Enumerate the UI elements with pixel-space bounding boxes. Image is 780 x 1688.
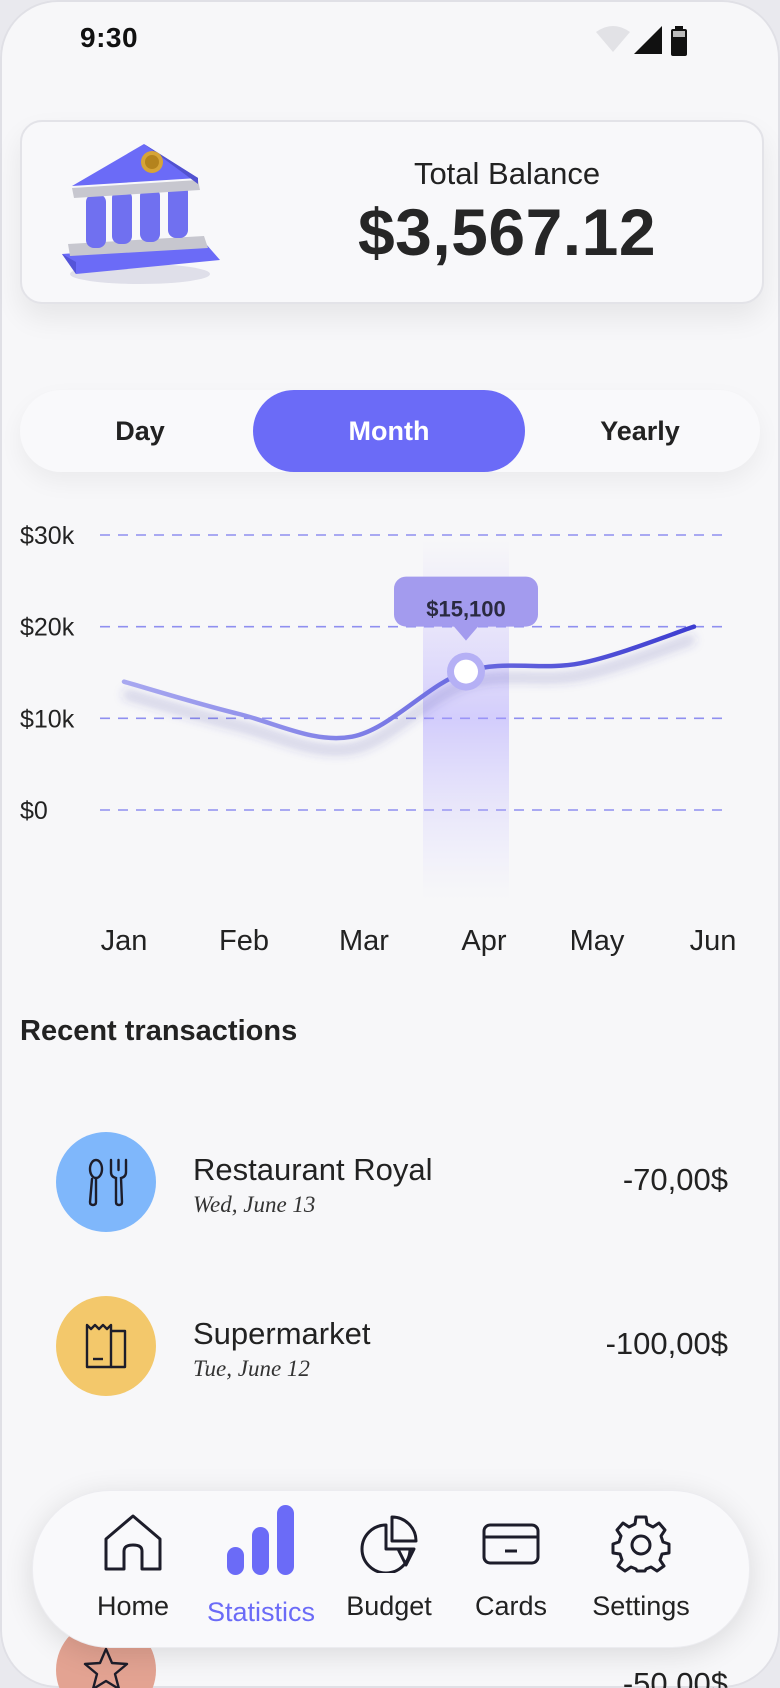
wifi-icon <box>596 26 630 52</box>
nav-settings[interactable]: Settings <box>581 1491 701 1647</box>
x-tick-label: Jun <box>690 925 737 957</box>
utensils-icon <box>88 1158 128 1207</box>
bank-icon <box>62 144 220 284</box>
nav-label: Cards <box>474 1591 548 1621</box>
nav-label: Budget <box>346 1591 432 1621</box>
nav-home[interactable]: Home <box>73 1491 193 1647</box>
transaction-row[interactable]: Restaurant Royal Wed, June 13 -70,00$ <box>0 1132 780 1242</box>
x-tick-label: Jan <box>101 925 148 957</box>
transaction-name: Restaurant Royal <box>193 1152 433 1187</box>
y-tick-label: $30k <box>20 522 75 550</box>
transaction-name: Supermarket <box>193 1316 371 1351</box>
transaction-icon-bg <box>56 1132 156 1232</box>
transaction-icon-bg <box>56 1296 156 1396</box>
tab-day[interactable]: Day <box>40 390 240 472</box>
y-tick-label: $20k <box>20 614 75 642</box>
nav-statistics[interactable]: Statistics <box>201 1491 321 1647</box>
balance-chart: $0 $10k $20k $30k $15,100 Jan Feb Mar Apr May Ju… <box>20 522 737 957</box>
home-icon <box>104 1514 162 1571</box>
status-time: 9:30 <box>80 22 139 53</box>
pie-chart-icon <box>360 1515 418 1573</box>
highlight-point[interactable] <box>454 659 478 684</box>
nav-label: Home <box>96 1591 170 1621</box>
transaction-amount: -70,00$ <box>622 1162 728 1197</box>
y-tick-label: $0 <box>20 797 48 825</box>
phone-screen: 9:30 Total Balance $3,567.12 Day Month Y… <box>0 0 780 1688</box>
x-tick-label: Mar <box>339 925 389 957</box>
transaction-amount: -100,00$ <box>605 1326 728 1361</box>
star-icon <box>83 1647 129 1688</box>
tab-month[interactable]: Month <box>253 390 525 472</box>
status-icons <box>596 26 696 56</box>
nav-label: Settings <box>592 1591 690 1621</box>
transaction-row[interactable]: Supermarket Tue, June 12 -100,00$ <box>0 1296 780 1406</box>
bar-chart-icon <box>227 1505 294 1575</box>
y-tick-label: $10k <box>20 705 75 733</box>
bottom-nav: Home Statistics Budget Cards Settings <box>32 1490 750 1648</box>
tab-yearly[interactable]: Yearly <box>540 390 740 472</box>
transaction-amount: -50,00$ <box>622 1666 728 1688</box>
tooltip-label: $15,100 <box>426 597 506 622</box>
battery-icon <box>671 26 687 56</box>
balance-label: Total Balance <box>413 156 601 191</box>
nav-label: Statistics <box>206 1597 316 1627</box>
nav-cards[interactable]: Cards <box>451 1491 571 1647</box>
x-tick-label: Feb <box>219 925 269 957</box>
transaction-date: Tue, June 12 <box>193 1356 310 1381</box>
gear-icon <box>611 1515 671 1573</box>
receipt-icon <box>85 1323 127 1369</box>
recent-transactions-title: Recent transactions <box>20 1015 298 1047</box>
nav-budget[interactable]: Budget <box>329 1491 449 1647</box>
balance-card: Total Balance $3,567.12 <box>20 120 764 304</box>
card-icon <box>482 1523 540 1565</box>
x-tick-label: Apr <box>461 925 506 957</box>
balance-value: $3,567.12 <box>357 195 657 269</box>
x-tick-label: May <box>570 925 625 957</box>
transaction-date: Wed, June 13 <box>193 1192 316 1217</box>
signal-icon <box>634 26 662 54</box>
period-selector: Day Month Yearly <box>20 390 760 472</box>
